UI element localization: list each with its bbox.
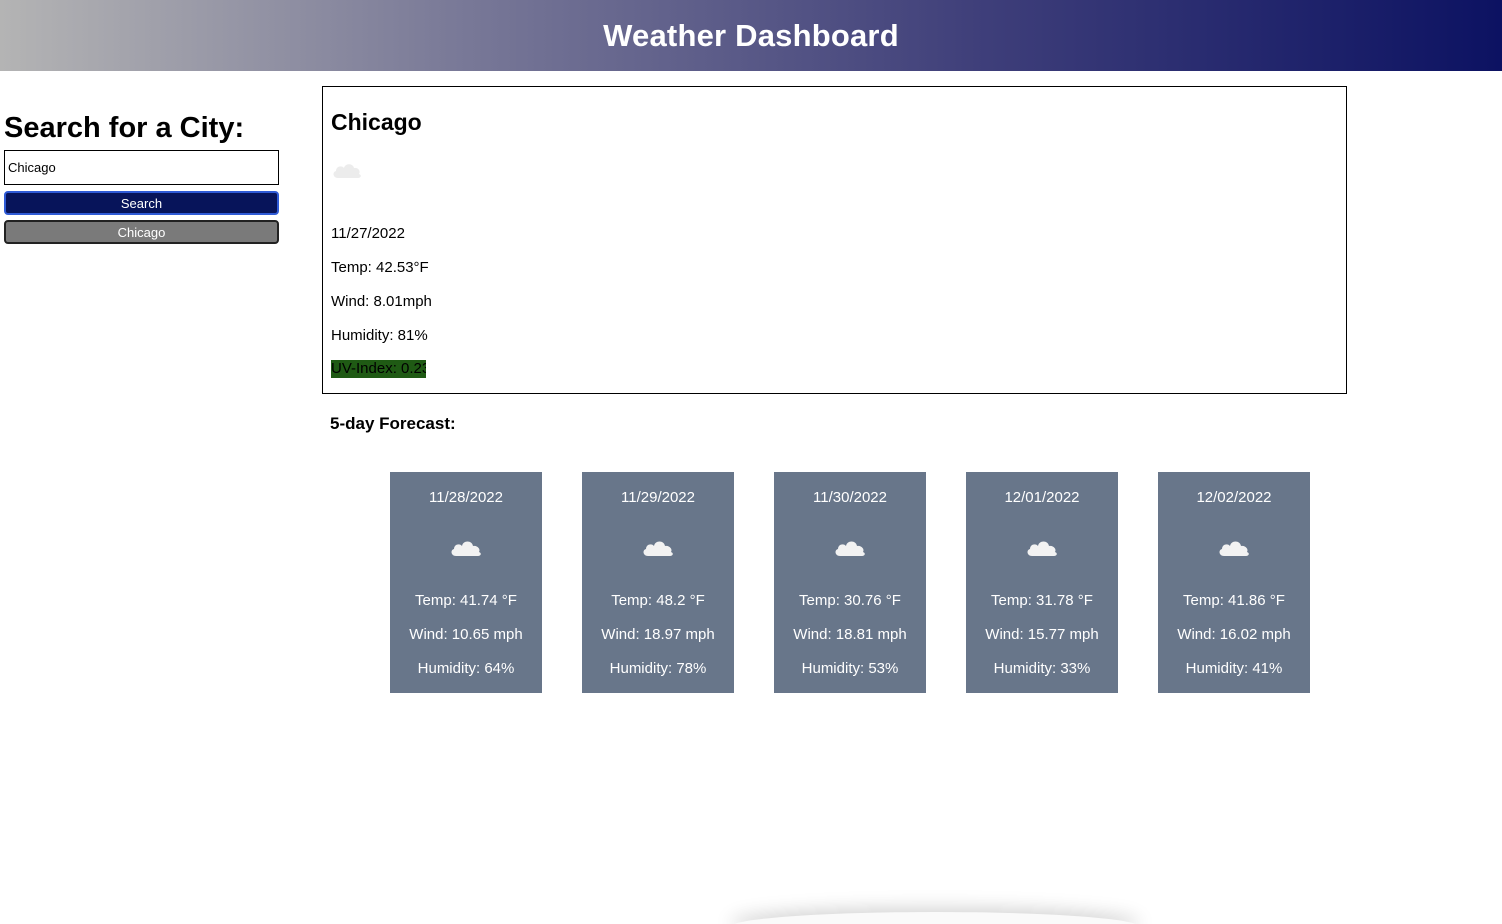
forecast-humidity: Humidity: 78% <box>609 660 707 677</box>
uv-index-badge: UV-Index: 0.23 <box>331 360 426 378</box>
forecast-date: 12/01/2022 <box>1004 489 1080 506</box>
bottom-shadow-decoration <box>730 912 1140 924</box>
cloud-icon <box>835 541 865 556</box>
forecast-date: 12/02/2022 <box>1196 489 1272 506</box>
forecast-cards: 11/28/2022 Temp: 41.74 °F Wind: 10.65 mp… <box>390 472 1310 693</box>
cloud-icon <box>1219 541 1249 556</box>
forecast-date: 11/29/2022 <box>621 489 695 506</box>
forecast-card: 11/30/2022 Temp: 30.76 °F Wind: 18.81 mp… <box>774 472 926 693</box>
forecast-wind: Wind: 16.02 mph <box>1177 626 1291 643</box>
forecast-wind: Wind: 18.81 mph <box>793 626 907 643</box>
forecast-card: 11/29/2022 Temp: 48.2 °F Wind: 18.97 mph… <box>582 472 734 693</box>
forecast-temp: Temp: 41.74 °F <box>415 592 517 609</box>
search-button[interactable]: Search <box>4 191 279 215</box>
forecast-temp: Temp: 41.86 °F <box>1183 592 1285 609</box>
current-wind: Wind: 8.01mph <box>331 293 432 310</box>
forecast-humidity: Humidity: 33% <box>993 660 1091 677</box>
forecast-card: 12/02/2022 Temp: 41.86 °F Wind: 16.02 mp… <box>1158 472 1310 693</box>
forecast-date: 11/28/2022 <box>429 489 503 506</box>
forecast-humidity: Humidity: 64% <box>417 660 515 677</box>
current-date: 11/27/2022 <box>331 225 405 242</box>
city-search-input[interactable] <box>4 150 279 185</box>
current-city-name: Chicago <box>331 109 422 135</box>
forecast-wind: Wind: 18.97 mph <box>601 626 715 643</box>
forecast-title: 5-day Forecast: <box>330 414 456 433</box>
forecast-card: 11/28/2022 Temp: 41.74 °F Wind: 10.65 mp… <box>390 472 542 693</box>
cloud-icon <box>643 541 673 556</box>
cloud-icon <box>1027 541 1057 556</box>
current-temp: Temp: 42.53°F <box>331 259 429 276</box>
history-button-chicago[interactable]: Chicago <box>4 220 279 244</box>
forecast-temp: Temp: 48.2 °F <box>611 592 705 609</box>
forecast-humidity: Humidity: 53% <box>801 660 899 677</box>
search-heading: Search for a City: <box>4 112 245 144</box>
forecast-date: 11/30/2022 <box>813 489 887 506</box>
current-weather-panel: Chicago 11/27/2022 Temp: 42.53°F Wind: 8… <box>322 86 1347 394</box>
forecast-wind: Wind: 10.65 mph <box>409 626 523 643</box>
current-humidity: Humidity: 81% <box>331 327 428 344</box>
page-header: Weather Dashboard <box>0 0 1502 71</box>
forecast-temp: Temp: 30.76 °F <box>799 592 901 609</box>
cloud-icon <box>333 164 361 178</box>
page-title: Weather Dashboard <box>603 17 899 53</box>
forecast-wind: Wind: 15.77 mph <box>985 626 1099 643</box>
search-sidebar: Search for a City: Search Chicago <box>4 110 279 244</box>
cloud-icon <box>451 541 481 556</box>
forecast-card: 12/01/2022 Temp: 31.78 °F Wind: 15.77 mp… <box>966 472 1118 693</box>
forecast-humidity: Humidity: 41% <box>1185 660 1283 677</box>
forecast-temp: Temp: 31.78 °F <box>991 592 1093 609</box>
